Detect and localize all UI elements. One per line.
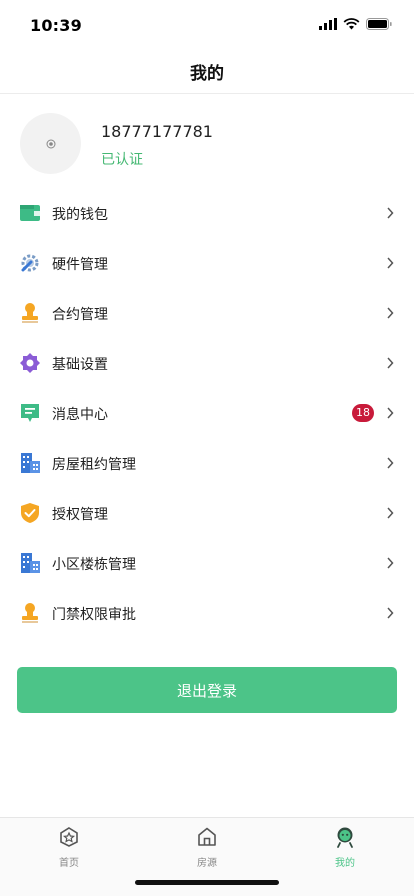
menu-item-authorization[interactable]: 授权管理: [0, 488, 414, 538]
menu-item-label: 合约管理: [52, 307, 108, 323]
stamp-icon: [19, 602, 41, 624]
tab-label: 我的: [335, 858, 355, 869]
home-star-icon: [60, 827, 78, 847]
settings-icon: [19, 352, 41, 374]
chevron-right-icon: [387, 307, 394, 319]
avatar[interactable]: [20, 113, 81, 174]
chevron-right-icon: [387, 507, 394, 519]
wifi-icon: [343, 18, 360, 30]
stamp-icon: [19, 302, 41, 324]
menu-item-hardware[interactable]: 硬件管理: [0, 238, 414, 288]
message-icon: [19, 402, 41, 424]
menu-item-messages[interactable]: 消息中心 18: [0, 388, 414, 438]
status-bar: 10:39: [0, 0, 414, 50]
tools-icon: [19, 252, 41, 274]
tab-mine[interactable]: 我的: [305, 826, 385, 876]
menu-item-access-approval[interactable]: 门禁权限审批: [0, 588, 414, 638]
phone-number: 18777177781: [101, 122, 213, 141]
chevron-right-icon: [387, 607, 394, 619]
unread-badge: 18: [352, 404, 374, 422]
menu-item-label: 小区楼栋管理: [52, 557, 136, 573]
menu-item-contract[interactable]: 合约管理: [0, 288, 414, 338]
logout-button[interactable]: 退出登录: [17, 667, 397, 713]
menu-item-label: 硬件管理: [52, 257, 108, 273]
avatar-placeholder-icon: [46, 139, 55, 148]
menu-list: 我的钱包 硬件管理 合约管理 基础设置 消息中心 18 房屋租约管理 授权管理 …: [0, 188, 414, 638]
building-icon: [19, 452, 41, 474]
menu-item-settings[interactable]: 基础设置: [0, 338, 414, 388]
menu-item-community[interactable]: 小区楼栋管理: [0, 538, 414, 588]
menu-item-label: 我的钱包: [52, 207, 108, 223]
home-indicator: [135, 880, 279, 885]
menu-item-wallet[interactable]: 我的钱包: [0, 188, 414, 238]
building-icon: [19, 552, 41, 574]
tab-label: 房源: [197, 858, 217, 869]
menu-item-label: 消息中心: [52, 407, 108, 423]
tab-listings[interactable]: 房源: [167, 826, 247, 876]
signal-icon: [319, 18, 337, 30]
chevron-right-icon: [387, 357, 394, 369]
menu-item-label: 授权管理: [52, 507, 108, 523]
chevron-right-icon: [387, 457, 394, 469]
menu-item-label: 门禁权限审批: [52, 607, 136, 623]
menu-item-label: 基础设置: [52, 357, 108, 373]
wallet-icon: [19, 202, 41, 224]
status-time: 10:39: [30, 16, 82, 35]
chevron-right-icon: [387, 207, 394, 219]
chevron-right-icon: [387, 557, 394, 569]
tab-label: 首页: [59, 858, 79, 869]
chevron-right-icon: [387, 257, 394, 269]
chevron-right-icon: [387, 407, 394, 419]
profile-header[interactable]: 18777177781 已认证: [0, 94, 414, 192]
page-title: 我的: [190, 64, 224, 84]
menu-item-label: 房屋租约管理: [52, 457, 136, 473]
menu-item-lease[interactable]: 房屋租约管理: [0, 438, 414, 488]
tab-home[interactable]: 首页: [29, 826, 109, 876]
shield-check-icon: [19, 502, 41, 524]
battery-icon: [366, 18, 392, 30]
house-icon: [198, 827, 216, 846]
status-icons: [319, 18, 392, 30]
verified-status: 已认证: [101, 152, 143, 168]
profile-icon: [337, 827, 353, 848]
nav-bar: 我的: [0, 50, 414, 94]
